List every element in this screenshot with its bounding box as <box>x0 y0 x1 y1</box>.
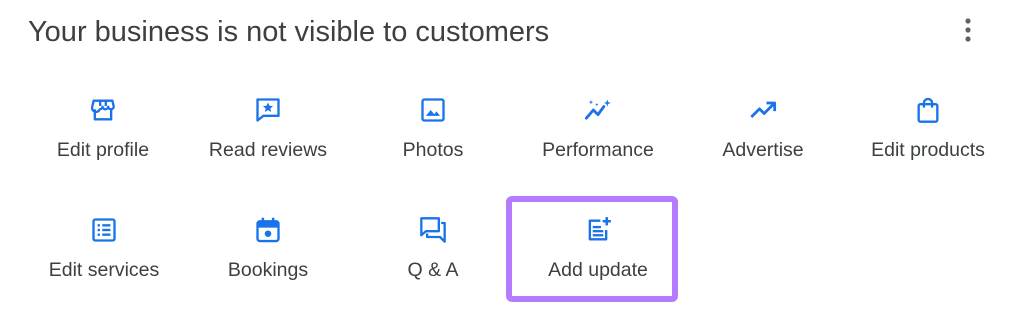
storefront-icon <box>89 96 117 124</box>
calendar-icon <box>254 216 282 244</box>
list-icon <box>90 216 118 244</box>
q-and-a-button[interactable]: Q & A <box>383 216 483 282</box>
edit-profile-label: Edit profile <box>56 139 150 161</box>
photo-icon <box>419 96 447 124</box>
advertise-label: Advertise <box>722 139 804 161</box>
q-and-a-label: Q & A <box>407 259 459 281</box>
edit-products-label: Edit products <box>871 139 985 161</box>
post-add-icon <box>584 216 612 244</box>
chat-bubbles-icon <box>419 216 447 244</box>
add-update-label: Add update <box>548 259 648 281</box>
photos-button[interactable]: Photos <box>378 96 488 162</box>
edit-profile-button[interactable]: Edit profile <box>40 96 166 162</box>
read-reviews-button[interactable]: Read reviews <box>198 96 338 162</box>
review-star-icon <box>254 96 282 124</box>
more-options-button[interactable] <box>950 14 986 50</box>
performance-label: Performance <box>542 139 654 161</box>
photos-label: Photos <box>402 139 464 161</box>
read-reviews-label: Read reviews <box>208 139 328 161</box>
performance-button[interactable]: Performance <box>528 96 668 162</box>
page-title: Your business is not visible to customer… <box>28 16 550 48</box>
bookings-label: Bookings <box>227 259 309 281</box>
more-vert-icon <box>964 17 972 48</box>
bookings-button[interactable]: Bookings <box>208 216 328 282</box>
performance-sparkle-icon <box>584 96 612 124</box>
add-update-button[interactable]: Add update <box>528 216 668 282</box>
shopping-bag-icon <box>914 96 942 124</box>
advertise-button[interactable]: Advertise <box>706 96 820 162</box>
edit-services-button[interactable]: Edit services <box>38 216 170 282</box>
trending-up-icon <box>749 96 777 124</box>
edit-services-label: Edit services <box>48 259 160 281</box>
edit-products-button[interactable]: Edit products <box>858 96 998 162</box>
